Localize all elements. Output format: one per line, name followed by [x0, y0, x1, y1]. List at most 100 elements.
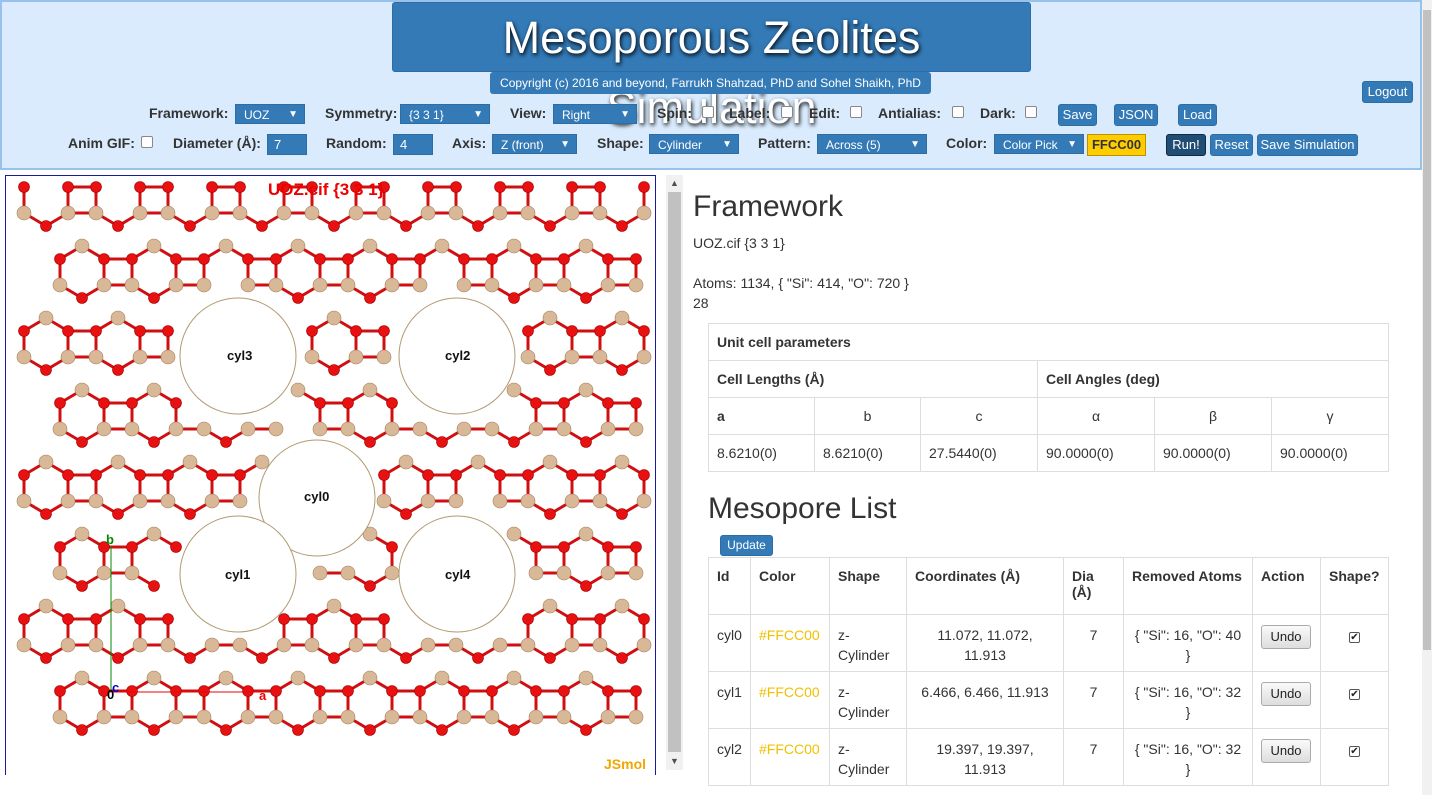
si-atom — [16, 637, 32, 653]
logout-button[interactable]: Logout — [1362, 81, 1413, 103]
si-atom — [448, 637, 464, 653]
dark-checkbox[interactable] — [1025, 106, 1037, 118]
o-atom — [40, 652, 52, 664]
si-atom — [506, 382, 522, 398]
shape-select[interactable]: Cylinder ▼ — [649, 134, 739, 154]
si-atom — [124, 421, 140, 437]
color-picker-select[interactable]: Color Pick ▼ — [994, 134, 1084, 154]
shape-checkbox[interactable]: ✔ — [1349, 689, 1360, 700]
si-atom — [520, 349, 536, 365]
antialias-checkbox[interactable] — [952, 106, 964, 118]
view-select[interactable]: Right ▼ — [553, 104, 637, 124]
axis-b-label: b — [106, 532, 114, 547]
label-checkbox[interactable] — [781, 106, 793, 118]
si-atom — [614, 598, 630, 614]
si-atom — [16, 493, 32, 509]
o-atom — [90, 325, 102, 337]
load-button[interactable]: Load — [1178, 104, 1217, 126]
param-header: α — [1037, 397, 1155, 435]
si-atom — [592, 349, 608, 365]
run-button[interactable]: Run! — [1166, 134, 1206, 156]
shape-checkbox[interactable]: ✔ — [1349, 746, 1360, 757]
si-atom — [556, 421, 572, 437]
si-atom — [384, 565, 400, 581]
si-atom — [528, 277, 544, 293]
si-atom — [492, 637, 508, 653]
app-title: Mesoporous Zeolites Simulation — [392, 2, 1031, 133]
o-atom — [292, 292, 304, 304]
si-atom — [614, 310, 630, 326]
si-atom — [506, 238, 522, 254]
o-atom — [134, 469, 146, 481]
o-atom — [558, 253, 570, 265]
o-atom — [112, 220, 124, 232]
si-atom — [290, 670, 306, 686]
save-simulation-button[interactable]: Save Simulation — [1257, 134, 1358, 156]
json-button[interactable]: JSON — [1114, 104, 1158, 126]
o-atom — [184, 220, 196, 232]
o-atom — [630, 397, 642, 409]
mesopore-table: Id Color Shape Coordinates (Å) Dia (Å) R… — [708, 557, 1389, 786]
o-atom — [184, 652, 196, 664]
si-atom — [528, 421, 544, 437]
scroll-down-icon[interactable]: ▼ — [666, 753, 683, 769]
animgif-checkbox[interactable] — [141, 136, 153, 148]
edit-checkbox[interactable] — [850, 106, 862, 118]
si-atom — [52, 277, 68, 293]
undo-button[interactable]: Undo — [1261, 625, 1311, 649]
scroll-up-icon[interactable]: ▲ — [666, 175, 683, 191]
diameter-input[interactable]: 7 — [267, 134, 307, 155]
o-atom — [630, 685, 642, 697]
update-button[interactable]: Update — [720, 535, 773, 556]
color-value-field[interactable]: FFCC00 — [1087, 134, 1146, 156]
si-atom — [420, 637, 436, 653]
pattern-label: Pattern: — [758, 135, 811, 151]
o-atom — [566, 613, 578, 625]
unit-cell-table: Unit cell parameters Cell Lengths (Å) Ce… — [708, 323, 1389, 472]
view-value: Right — [562, 108, 591, 122]
framework-heading: Framework — [693, 190, 844, 223]
axis-select[interactable]: Z (front) ▼ — [492, 134, 577, 154]
page-scrollbar[interactable] — [1422, 0, 1432, 795]
molecule-render[interactable] — [6, 176, 656, 775]
symmetry-select[interactable]: {3 3 1} ▼ — [400, 104, 490, 124]
spin-checkbox[interactable] — [702, 106, 714, 118]
random-input[interactable]: 4 — [393, 134, 433, 155]
save-button[interactable]: Save — [1058, 104, 1097, 126]
o-atom — [54, 685, 66, 697]
si-atom — [312, 277, 328, 293]
panel-scrollbar[interactable]: ▲ ▼ — [666, 175, 683, 770]
param-header: c — [920, 397, 1038, 435]
param-value: 27.5440(0) — [920, 434, 1038, 472]
jsmol-viewer[interactable]: UOZ.cif {3 3 1} cyl3 cyl2 cyl0 cyl1 cyl4… — [5, 175, 656, 775]
si-atom — [276, 637, 292, 653]
shape-checkbox[interactable]: ✔ — [1349, 632, 1360, 643]
scroll-thumb[interactable] — [668, 192, 681, 752]
page-scroll-thumb[interactable] — [1423, 10, 1431, 650]
o-atom — [314, 685, 326, 697]
si-atom — [348, 637, 364, 653]
si-atom — [456, 277, 472, 293]
o-atom — [162, 325, 174, 337]
si-atom — [232, 493, 248, 509]
si-atom — [578, 526, 594, 542]
si-atom — [88, 205, 104, 221]
copyright-notice: Copyright (c) 2016 and beyond, Farrukh S… — [490, 72, 931, 94]
o-atom — [422, 469, 434, 481]
si-atom — [628, 277, 644, 293]
o-atom — [170, 685, 182, 697]
o-atom — [436, 436, 448, 448]
reset-button[interactable]: Reset — [1210, 134, 1253, 156]
undo-button[interactable]: Undo — [1261, 739, 1311, 763]
si-atom — [168, 277, 184, 293]
o-atom — [580, 292, 592, 304]
control-header: Mesoporous Zeolites Simulation Copyright… — [0, 0, 1422, 170]
framework-file: UOZ.cif {3 3 1} — [693, 235, 785, 251]
pattern-select[interactable]: Across (5) ▼ — [817, 134, 927, 154]
o-atom — [314, 397, 326, 409]
o-atom — [220, 436, 232, 448]
undo-button[interactable]: Undo — [1261, 682, 1311, 706]
o-atom — [170, 397, 182, 409]
o-atom — [414, 685, 426, 697]
framework-select[interactable]: UOZ ▼ — [235, 104, 305, 124]
